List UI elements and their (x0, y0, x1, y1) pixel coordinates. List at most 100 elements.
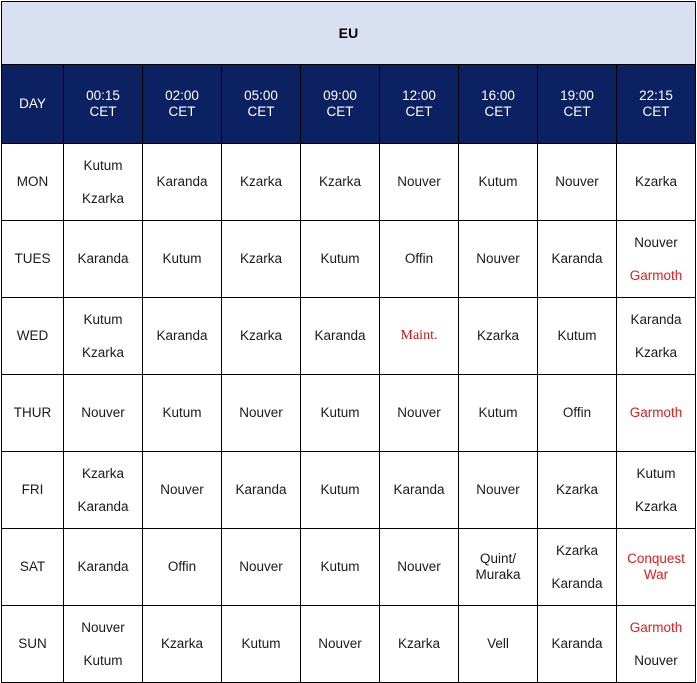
schedule-cell[interactable]: Karanda (300, 297, 380, 375)
timezone-label: CET (89, 104, 117, 119)
boss-name: Kutum (636, 465, 676, 481)
cell-content: Karanda (380, 452, 458, 528)
schedule-cell[interactable]: Nouver (300, 605, 380, 683)
schedule-cell[interactable]: Nouver (379, 528, 459, 606)
schedule-cell[interactable]: Garmoth (615, 374, 697, 452)
schedule-cell[interactable]: Quint/Muraka (458, 528, 538, 606)
schedule-cell[interactable]: Nouver (458, 451, 538, 529)
schedule-cell[interactable]: Offin (142, 528, 222, 606)
boss-name: Muraka (475, 567, 521, 582)
schedule-cell[interactable]: Kzarka (221, 220, 301, 298)
boss-name: Kutum (320, 251, 360, 267)
schedule-cell[interactable]: Kzarka Karanda (63, 451, 143, 529)
cell-content: Kutum (222, 606, 300, 682)
schedule-cell[interactable]: Kutum Kzarka (63, 143, 143, 221)
schedule-cell[interactable]: Kzarka (537, 451, 617, 529)
schedule-cell[interactable]: Kutum (142, 374, 222, 452)
schedule-cell[interactable]: Offin (537, 374, 617, 452)
schedule-cell[interactable]: Kzarka Karanda (537, 528, 617, 606)
time-column-header-1200: 12:00 CET (379, 64, 459, 144)
schedule-cell[interactable]: Nouver (221, 374, 301, 452)
boss-name: Nouver (634, 234, 678, 250)
day-label-mon: MON (1, 143, 64, 221)
boss-name: Kutum (162, 251, 202, 267)
schedule-row-sat: SAT Karanda Offin Nouver Kutum Nouver Quint/Mu… (1, 528, 697, 606)
schedule-cell[interactable]: Karanda (379, 451, 459, 529)
cell-content: Nouver (459, 221, 537, 297)
boss-name: Karanda (314, 328, 366, 344)
schedule-cell[interactable]: Vell (458, 605, 538, 683)
schedule-cell[interactable]: Kzarka (221, 297, 301, 375)
cell-content: Kutum (301, 529, 379, 605)
schedule-cell[interactable]: Kzarka (221, 143, 301, 221)
schedule-cell[interactable]: Maint. (379, 297, 459, 375)
schedule-cell[interactable]: Nouver (142, 451, 222, 529)
schedule-cell[interactable]: Nouver (221, 528, 301, 606)
schedule-cell[interactable]: Nouver (537, 143, 617, 221)
day-label-fri: FRI (1, 451, 64, 529)
schedule-row-mon: MON Kutum Kzarka Karanda Kzarka Kzarka Nouver K… (1, 143, 697, 221)
boss-name: Karanda (551, 251, 603, 267)
boss-name: Kzarka (81, 344, 125, 360)
schedule-cell[interactable]: Kzarka (615, 143, 697, 221)
schedule-cell[interactable]: Kutum (221, 605, 301, 683)
schedule-cell[interactable]: Nouver (458, 220, 538, 298)
boss-name: Garmoth (629, 619, 683, 635)
cell-content: Nouver (538, 144, 616, 220)
schedule-cell[interactable]: Kzarka (300, 143, 380, 221)
boss-name: Kzarka (635, 174, 678, 190)
schedule-cell[interactable]: Kutum (300, 528, 380, 606)
schedule-cell[interactable]: Nouver (379, 374, 459, 452)
schedule-cell[interactable]: Karanda (63, 528, 143, 606)
schedule-cell[interactable]: Kzarka (379, 605, 459, 683)
boss-name: Kutum (241, 636, 281, 652)
table-head: EU DAY 00:15 CET 02:00 CET 05:00 CET 09:00 CET 1… (0, 1, 697, 144)
schedule-row-tues: TUES Karanda Kutum Kzarka Kutum Offin Nouver Ka… (1, 220, 697, 298)
schedule-cell[interactable]: Kutum Kzarka (615, 451, 697, 529)
schedule-cell[interactable]: Kutum (300, 374, 380, 452)
schedule-cell[interactable]: Nouver Garmoth (615, 220, 697, 298)
schedule-cell[interactable]: Karanda (537, 605, 617, 683)
schedule-cell[interactable]: Karanda (537, 220, 617, 298)
schedule-cell[interactable]: Kutum (458, 374, 538, 452)
boss-name: Nouver (634, 652, 678, 668)
schedule-cell[interactable]: Garmoth Nouver (615, 605, 697, 683)
schedule-cell[interactable]: Kzarka (458, 297, 538, 375)
cell-content: Kutum (301, 452, 379, 528)
schedule-cell[interactable]: Kutum (458, 143, 538, 221)
schedule-cell[interactable]: Nouver (379, 143, 459, 221)
schedule-cell[interactable]: Offin (379, 220, 459, 298)
schedule-cell[interactable]: Karanda (63, 220, 143, 298)
boss-name: Kzarka (397, 636, 441, 652)
boss-name: Karanda (393, 482, 445, 498)
schedule-cell[interactable]: Kzarka (142, 605, 222, 683)
cell-content: Karanda (538, 221, 616, 297)
boss-name: Kzarka (555, 482, 599, 498)
schedule-cell[interactable]: Conquest War (615, 528, 697, 606)
schedule-cell[interactable]: Nouver Kutum (63, 605, 143, 683)
boss-name: Kzarka (81, 190, 125, 206)
schedule-cell[interactable]: Kutum (300, 220, 380, 298)
cell-content: Kutum Kzarka (64, 298, 142, 374)
schedule-cell[interactable]: Karanda Kzarka (615, 297, 697, 375)
time-column-header-0200: 02:00 CET (142, 64, 222, 144)
schedule-cell[interactable]: Karanda (142, 143, 222, 221)
schedule-cell[interactable]: Kutum (142, 220, 222, 298)
time-column-header-2215: 22:15 CET (615, 64, 697, 144)
time-value: 05:00 (244, 87, 278, 103)
boss-name: Offin (167, 559, 197, 575)
schedule-cell[interactable]: Kutum (537, 297, 617, 375)
boss-name: Kzarka (476, 328, 520, 344)
schedule-cell[interactable]: Kutum Kzarka (63, 297, 143, 375)
cell-content: Kzarka (222, 221, 300, 297)
cell-content: Nouver (301, 606, 379, 682)
schedule-row-sun: SUN Nouver Kutum Kzarka Kutum Nouver Kzarka Vel… (1, 605, 697, 683)
cell-content: Nouver (222, 529, 300, 605)
boss-name: Nouver (476, 251, 520, 267)
boss-name: Nouver (476, 482, 520, 498)
schedule-cell[interactable]: Nouver (63, 374, 143, 452)
schedule-cell[interactable]: Karanda (221, 451, 301, 529)
boss-name: War (643, 567, 669, 582)
schedule-cell[interactable]: Karanda (142, 297, 222, 375)
schedule-cell[interactable]: Kutum (300, 451, 380, 529)
